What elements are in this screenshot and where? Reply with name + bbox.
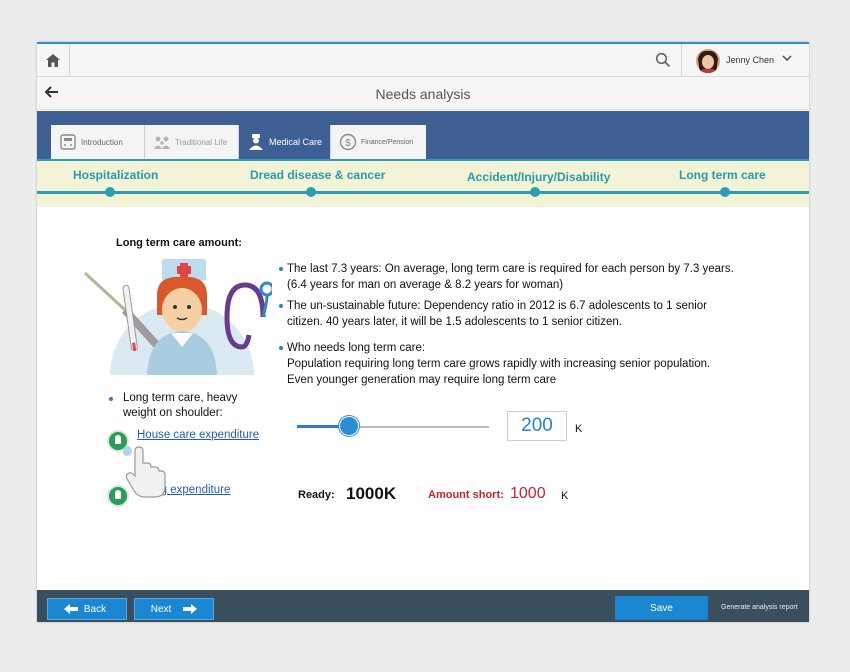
step-dot[interactable] bbox=[105, 187, 115, 197]
subnav-hospitalization[interactable]: Hospitalization bbox=[73, 168, 158, 182]
bullet-line: Who needs long term care: bbox=[287, 342, 426, 354]
section-title: Long term care amount: bbox=[116, 237, 242, 249]
house-care-link[interactable]: House care expenditure bbox=[137, 429, 259, 441]
amount-short-label: Amount short: bbox=[428, 489, 504, 501]
step-dot[interactable] bbox=[720, 187, 730, 197]
info-bullet: The un-sustainable future: Dependency ra… bbox=[279, 298, 767, 330]
arrow-left-icon bbox=[63, 604, 78, 614]
tab-label: Traditional Life bbox=[175, 137, 228, 147]
info-bullet: Who needs long term care: Population req… bbox=[279, 340, 767, 388]
top-bar: Jenny Chen bbox=[37, 44, 809, 77]
tab-medical-care[interactable]: Medical Care bbox=[239, 125, 331, 159]
generate-report-link[interactable]: Generate analysis report bbox=[721, 604, 798, 611]
page-title: Needs analysis bbox=[375, 86, 471, 102]
back-label: Back bbox=[83, 603, 107, 615]
svg-text:$: $ bbox=[345, 138, 351, 149]
tab-traditional-life[interactable]: Traditional Life bbox=[145, 125, 239, 159]
save-button[interactable]: Save bbox=[615, 596, 708, 620]
subnav-long-term-care[interactable]: Long term care bbox=[679, 168, 766, 182]
next-button[interactable]: Next bbox=[134, 598, 214, 620]
bullet-line: The un-sustainable future: Dependency ra… bbox=[287, 300, 708, 312]
bullet-line: (6.4 years for man on average & 8.2 year… bbox=[287, 279, 564, 291]
short-unit: K bbox=[561, 490, 569, 502]
home-icon bbox=[46, 54, 60, 67]
arrow-right-icon bbox=[183, 604, 198, 614]
subnav-dread-disease[interactable]: Dread disease & cancer bbox=[250, 168, 385, 182]
doctor-illustration bbox=[83, 259, 272, 375]
amount-unit: K bbox=[575, 423, 583, 435]
progress-line bbox=[37, 191, 809, 194]
bullet-line: Even younger generation may require long… bbox=[287, 374, 557, 386]
tab-label: Introduction bbox=[81, 137, 123, 147]
step-dot[interactable] bbox=[306, 187, 316, 197]
hand-pointer-icon bbox=[123, 446, 166, 498]
bullet-line: citizen. 40 years later, it will be 1.5 … bbox=[287, 316, 622, 328]
user-name: Jenny Chen bbox=[726, 55, 775, 65]
subnav-accident[interactable]: Accident/Injury/Disability bbox=[467, 170, 610, 184]
slider-handle[interactable] bbox=[338, 416, 359, 436]
app-window: Jenny Chen Needs analysis Introduction T… bbox=[37, 42, 809, 622]
chevron-down-icon[interactable] bbox=[782, 53, 792, 63]
tab-finance-pension[interactable]: $ Finance/Pension bbox=[331, 125, 426, 159]
user-menu[interactable]: Jenny Chen bbox=[681, 44, 809, 77]
tab-label: Medical Care bbox=[269, 137, 323, 147]
bullet-line: Population requiring long term care grow… bbox=[287, 358, 711, 370]
next-label: Next bbox=[150, 603, 172, 615]
doctor-icon bbox=[249, 134, 263, 150]
burden-bullet: Long term care, heavy weight on shoulder… bbox=[109, 391, 253, 421]
back-button[interactable]: Back bbox=[47, 598, 127, 620]
tab-label: Finance/Pension bbox=[361, 138, 414, 146]
info-bullet: The last 7.3 years: On average, long ter… bbox=[279, 261, 767, 293]
amount-short-value: 1000 bbox=[510, 485, 546, 502]
bullet-line: The last 7.3 years: On average, long ter… bbox=[287, 263, 734, 275]
sub-navigation: Hospitalization Dread disease & cancer A… bbox=[37, 159, 809, 207]
avatar bbox=[696, 49, 720, 73]
home-button[interactable] bbox=[37, 44, 70, 77]
dollar-icon: $ bbox=[339, 133, 357, 151]
step-dot[interactable] bbox=[530, 187, 540, 197]
title-bar: Needs analysis bbox=[37, 77, 809, 110]
family-icon bbox=[154, 136, 170, 149]
bottom-bar: Back Next Save Generate analysis report bbox=[37, 590, 809, 622]
main-content: Long term care amount: The last 7.3 year… bbox=[37, 207, 809, 590]
search-button[interactable] bbox=[655, 52, 675, 72]
main-tabs: Introduction Traditional Life Medical Ca… bbox=[37, 111, 809, 159]
search-icon bbox=[655, 52, 671, 68]
amount-input[interactable]: 200 bbox=[507, 411, 567, 441]
ready-label: Ready: bbox=[298, 489, 335, 501]
tab-introduction[interactable]: Introduction bbox=[51, 125, 145, 159]
calculator-icon bbox=[60, 134, 76, 150]
ready-value: 1000K bbox=[346, 484, 397, 503]
